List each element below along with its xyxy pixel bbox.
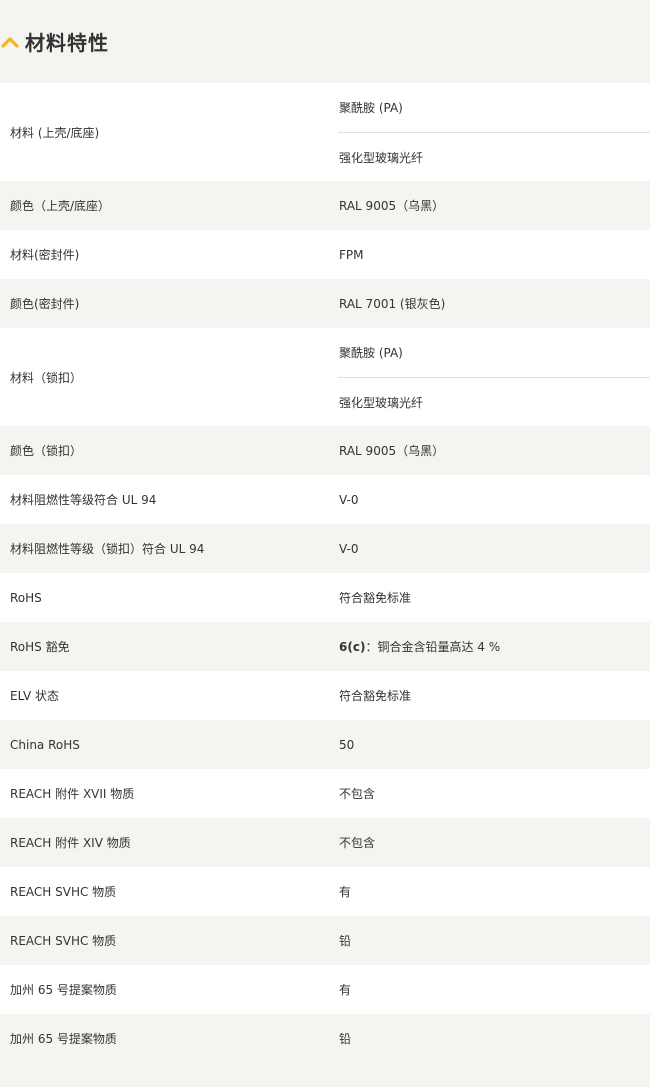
row-value: 有 [339,983,352,997]
row-label: 材料（锁扣） [10,370,83,385]
row-label: RoHS [10,590,42,605]
row-label: 材料阻燃性等级（锁扣）符合 UL 94 [10,542,205,556]
row-label: 材料(密封件) [10,248,80,262]
row-value: 聚酰胺 (PA) [339,346,403,360]
row-label: 材料 (上壳/底座) [10,125,100,140]
row-values: 聚酰胺 (PA) 强化型玻璃光纤 [338,328,650,426]
row-value: V-0 [339,492,359,507]
table-row: 材料阻燃性等级（锁扣）符合 UL 94 V-0 [0,524,650,573]
row-value: RAL 9005（乌黑） [339,444,445,458]
chevron-up-icon[interactable] [1,35,19,49]
row-values: 符合豁免标准 [338,671,650,720]
row-label: RoHS 豁免 [10,640,70,654]
row-label: REACH SVHC 物质 [10,934,117,948]
row-value: 铅 [339,934,352,948]
row-label: 颜色（上壳/底座） [10,199,111,213]
row-value: 不包含 [339,787,376,801]
row-value: 不包含 [339,836,376,850]
row-value: RAL 7001 (银灰色) [339,297,446,311]
row-values: RAL 7001 (银灰色) [338,279,650,328]
row-label: 加州 65 号提案物质 [10,983,117,997]
row-values: 不包含 [338,818,650,867]
row-values: RAL 9005（乌黑） [338,426,650,475]
row-values: 6(c) ：铜合金含铅量高达 4 % [338,622,650,671]
table-row: REACH SVHC 物质 铅 [0,916,650,965]
row-label: REACH 附件 XIV 物质 [10,836,131,850]
row-values: 铅 [338,916,650,965]
row-value: 强化型玻璃光纤 [338,132,650,181]
section-header[interactable]: 材料特性 [0,0,650,83]
table-row: 颜色（上壳/底座） RAL 9005（乌黑） [0,181,650,230]
table-row: 颜色（锁扣） RAL 9005（乌黑） [0,426,650,475]
table-row: REACH 附件 XVII 物质 不包含 [0,769,650,818]
row-values: 不包含 [338,769,650,818]
row-values: V-0 [338,524,650,573]
row-value: 铅 [339,1032,352,1046]
table-row: China RoHS 50 [0,720,650,769]
row-values: 聚酰胺 (PA) 强化型玻璃光纤 [338,83,650,181]
properties-table: 材料 (上壳/底座) 聚酰胺 (PA) 强化型玻璃光纤 颜色（上壳/底座） RAL 90… [0,83,650,1063]
row-value: 符合豁免标准 [339,591,412,605]
table-row: 材料 (上壳/底座) 聚酰胺 (PA) 强化型玻璃光纤 [0,83,650,181]
table-row: 加州 65 号提案物质 铅 [0,1014,650,1063]
row-values: 符合豁免标准 [338,573,650,622]
row-label: China RoHS [10,737,80,752]
row-value: 聚酰胺 (PA) [339,101,403,115]
row-values: 有 [338,965,650,1014]
table-row: 材料阻燃性等级符合 UL 94 V-0 [0,475,650,524]
table-row: ELV 状态 符合豁免标准 [0,671,650,720]
table-row: 材料（锁扣） 聚酰胺 (PA) 强化型玻璃光纤 [0,328,650,426]
row-value: RAL 9005（乌黑） [339,199,445,213]
row-value: 符合豁免标准 [339,689,412,703]
row-value: 有 [339,885,352,899]
table-row: REACH SVHC 物质 有 [0,867,650,916]
row-value: 6(c) ：铜合金含铅量高达 4 % [338,622,650,671]
row-values: 铅 [338,1014,650,1063]
row-value: V-0 [339,541,359,556]
table-row: REACH 附件 XIV 物质 不包含 [0,818,650,867]
value-emphasis: 6(c) [339,639,366,654]
table-row: 颜色(密封件) RAL 7001 (银灰色) [0,279,650,328]
row-values: 50 [338,720,650,769]
row-label: 颜色（锁扣） [10,444,83,458]
table-row: RoHS 豁免 6(c) ：铜合金含铅量高达 4 % [0,622,650,671]
row-values: RAL 9005（乌黑） [338,181,650,230]
row-values: 有 [338,867,650,916]
row-label: 加州 65 号提案物质 [10,1032,117,1046]
row-value: FPM [339,247,364,262]
row-label: REACH 附件 XVII 物质 [10,787,135,801]
row-label: ELV 状态 [10,689,59,703]
row-label: 材料阻燃性等级符合 UL 94 [10,493,157,507]
value-text: ：铜合金含铅量高达 4 % [365,640,501,654]
table-row: 加州 65 号提案物质 有 [0,965,650,1014]
row-value: 50 [339,737,355,752]
table-row: RoHS 符合豁免标准 [0,573,650,622]
section-title: 材料特性 [25,31,109,55]
table-row: 材料(密封件) FPM [0,230,650,279]
row-values: V-0 [338,475,650,524]
row-label: 颜色(密封件) [10,297,80,311]
row-values: FPM [338,230,650,279]
row-label: REACH SVHC 物质 [10,885,117,899]
row-value: 强化型玻璃光纤 [338,377,650,426]
